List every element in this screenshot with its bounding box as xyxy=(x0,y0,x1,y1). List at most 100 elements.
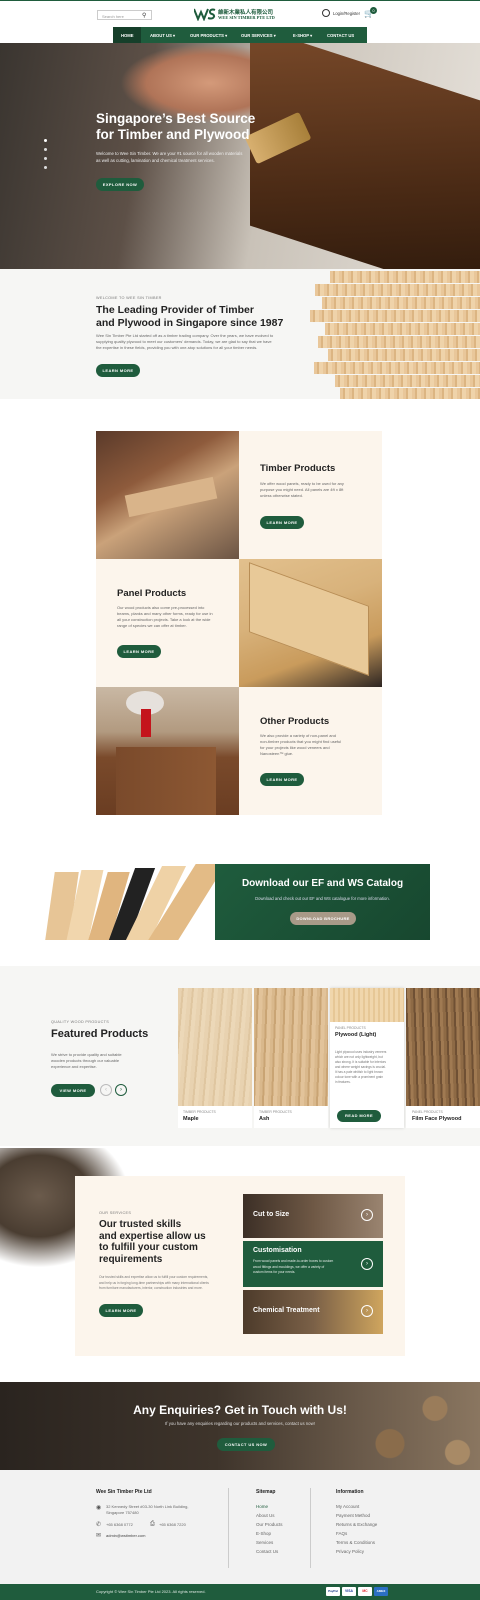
login-link[interactable]: Login/Register xyxy=(333,11,360,16)
other-products-title: Other Products xyxy=(260,716,330,727)
featured-body-line3: experience and expertise. xyxy=(51,1064,97,1069)
services-title-line4: requirements xyxy=(99,1253,163,1265)
footer-link-services[interactable]: Services xyxy=(256,1540,273,1545)
main-nav: HOME ABOUT US ▾ OUR PRODUCTS ▾ OUR SERVI… xyxy=(0,27,480,43)
services-title-line2: and expertise allow us xyxy=(99,1230,206,1242)
arrow-right-icon[interactable]: › xyxy=(361,1305,373,1317)
search-icon[interactable]: ⚲ xyxy=(142,12,146,19)
visa-icon: VISA xyxy=(342,1587,356,1596)
timber-products-desc: We offer wood panels, ready to be used f… xyxy=(260,481,344,499)
hero-subtitle: Welcome to Wee Sin Timber. We are your #… xyxy=(96,150,242,164)
view-more-button[interactable]: VIEW MORE xyxy=(51,1084,95,1097)
read-more-button[interactable]: READ MORE xyxy=(337,1110,381,1122)
footer-link-products[interactable]: Our Products xyxy=(256,1522,283,1527)
panel-desc-line4: range of species we can offer at timber. xyxy=(117,623,187,628)
customisation-desc: From wood panels and made-to-order boxes… xyxy=(253,1259,333,1276)
footer-link-terms[interactable]: Terms & Conditions xyxy=(336,1540,375,1545)
welcome-title: The Leading Provider of Timber and Plywo… xyxy=(96,304,283,330)
service-customisation[interactable]: Customisation From wood panels and made-… xyxy=(243,1241,383,1287)
footer-link-payment[interactable]: Payment Method xyxy=(336,1513,370,1518)
copyright-text: Copyright © Wee Sin Timber Pte Ltd 2023.… xyxy=(96,1589,206,1594)
products-section: Timber Products We offer wood panels, re… xyxy=(0,399,480,829)
slider-dot[interactable] xyxy=(44,157,47,160)
product-card-maple[interactable]: TIMBER PRODUCTS Maple xyxy=(178,988,252,1128)
footer-link-eshop[interactable]: E-Shop xyxy=(256,1531,271,1536)
hero-subtitle-line2: as well as cutting, lamination and chemi… xyxy=(96,158,215,163)
carousel-next-button[interactable]: › xyxy=(115,1084,127,1096)
search-input[interactable]: Search here xyxy=(102,14,124,19)
footer-link-about[interactable]: About Us xyxy=(256,1513,275,1518)
services-learn-more-button[interactable]: LEARN MORE xyxy=(99,1304,143,1317)
nav-item-eshop[interactable]: E-SHOP ▾ xyxy=(293,33,312,38)
mastercard-icon: MC xyxy=(358,1587,372,1596)
cart-count-badge: 0 xyxy=(370,7,377,14)
footer-link-account[interactable]: My Account xyxy=(336,1504,359,1509)
hero-title: Singapore’s Best Source for Timber and P… xyxy=(96,111,255,143)
catalog-subtitle: Download and check out our EF and WS cat… xyxy=(255,896,390,901)
footer-divider xyxy=(310,1488,311,1568)
catalog-panel: Download our EF and WS Catalog Download … xyxy=(215,864,430,940)
other-desc-line4: Nanosteen™ glue. xyxy=(260,751,294,756)
footer-divider xyxy=(228,1488,229,1568)
logo-english: WEE SIN TIMBER PTE LTD xyxy=(218,15,275,20)
carousel-prev-button[interactable]: ‹ xyxy=(100,1084,112,1096)
product-card-film-face-plywood[interactable]: PANEL PRODUCTS Film Face Plywood xyxy=(406,988,480,1128)
footer-link-home[interactable]: Home xyxy=(256,1504,268,1509)
footer-link-returns[interactable]: Returns & Exchange xyxy=(336,1522,377,1527)
nav-item-services[interactable]: OUR SERVICES ▾ xyxy=(241,33,276,38)
panel-products-title: Panel Products xyxy=(117,588,187,599)
nav-item-products[interactable]: OUR PRODUCTS ▾ xyxy=(190,33,227,38)
chemical-treatment-title: Chemical Treatment xyxy=(253,1307,320,1314)
service-cut-to-size[interactable]: Cut to Size › xyxy=(243,1194,383,1238)
amex-icon: AMEX xyxy=(374,1587,388,1596)
slider-dot[interactable] xyxy=(44,148,47,151)
location-pin-icon: ◉ xyxy=(96,1505,102,1511)
hero-title-line1: Singapore’s Best Source xyxy=(96,111,256,126)
other-products-desc: We also provide a variety of non-panel a… xyxy=(260,733,341,757)
hero-board-image xyxy=(250,43,480,269)
footer-phone-2[interactable]: +65 6368 7220 xyxy=(159,1522,186,1527)
nav-item-contact[interactable]: CONTACT US xyxy=(327,33,354,38)
timber-products-card: Timber Products We offer wood panels, re… xyxy=(239,431,382,559)
product-card-ash[interactable]: TIMBER PRODUCTS Ash xyxy=(254,988,328,1128)
welcome-title-line1: The Leading Provider of Timber xyxy=(96,304,254,316)
phone-icon: ✆ xyxy=(96,1522,102,1528)
panel-learn-more-button[interactable]: LEARN MORE xyxy=(117,645,161,658)
service-chemical-treatment[interactable]: Chemical Treatment › xyxy=(243,1290,383,1334)
hero-slider-dots[interactable] xyxy=(44,139,48,179)
fax-icon: ⎙ xyxy=(150,1521,155,1527)
search-box[interactable]: Search here ⚲ xyxy=(97,10,152,20)
contact-us-now-button[interactable]: CONTACT US NOW xyxy=(217,1438,275,1451)
nav-item-about[interactable]: ABOUT US ▾ xyxy=(150,33,175,38)
welcome-eyebrow: WELCOME TO WEE SIN TIMBER xyxy=(96,296,162,300)
footer-link-privacy[interactable]: Privacy Policy xyxy=(336,1549,364,1554)
other-learn-more-button[interactable]: LEARN MORE xyxy=(260,773,304,786)
slider-dot[interactable] xyxy=(44,166,47,169)
nav-item-home[interactable]: HOME xyxy=(121,33,134,38)
welcome-body: Wee Sin Timber Pte Ltd started off as a … xyxy=(96,333,273,351)
footer-company-name: Wee Sin Timber Pte Ltd xyxy=(96,1489,152,1495)
plywood-desc-line7: in features. xyxy=(335,1080,351,1084)
logo[interactable]: 維新木業私人有限公司 WEE SIN TIMBER PTE LTD xyxy=(194,7,286,23)
explore-now-button[interactable]: EXPLORE NOW xyxy=(96,178,144,191)
arrow-right-icon[interactable]: › xyxy=(361,1209,373,1221)
timber-learn-more-button[interactable]: LEARN MORE xyxy=(260,516,304,529)
product-card-plywood-light[interactable]: PANEL PRODUCTS Plywood (Light) Light ply… xyxy=(330,988,404,1128)
footer: Wee Sin Timber Pte Ltd ◉ 32 Kennedy Stre… xyxy=(0,1470,480,1584)
footer-link-faqs[interactable]: FAQs xyxy=(336,1531,347,1536)
arrow-right-icon[interactable]: › xyxy=(361,1258,373,1270)
catalog-plywood-image xyxy=(45,864,226,940)
download-brochure-button[interactable]: DOWNLOAD BROCHURE xyxy=(290,912,356,925)
user-icon[interactable] xyxy=(322,9,330,17)
footer-phone-1[interactable]: +65 6368 0772 xyxy=(106,1522,133,1527)
plywood-light-name: Plywood (Light) xyxy=(335,1032,377,1038)
footer-link-contact[interactable]: Contact Us xyxy=(256,1549,278,1554)
welcome-learn-more-button[interactable]: LEARN MORE xyxy=(96,364,140,377)
footer-email-link[interactable]: admin@wstimber.com xyxy=(106,1533,145,1538)
welcome-body-line3: the expertise in these fields, providing… xyxy=(96,345,258,350)
ash-name: Ash xyxy=(259,1116,270,1122)
slider-dot[interactable] xyxy=(44,139,47,142)
ash-image xyxy=(254,988,328,1106)
welcome-title-line2: and Plywood in Singapore since 1987 xyxy=(96,317,284,329)
services-title-line1: Our trusted skills xyxy=(99,1219,182,1230)
